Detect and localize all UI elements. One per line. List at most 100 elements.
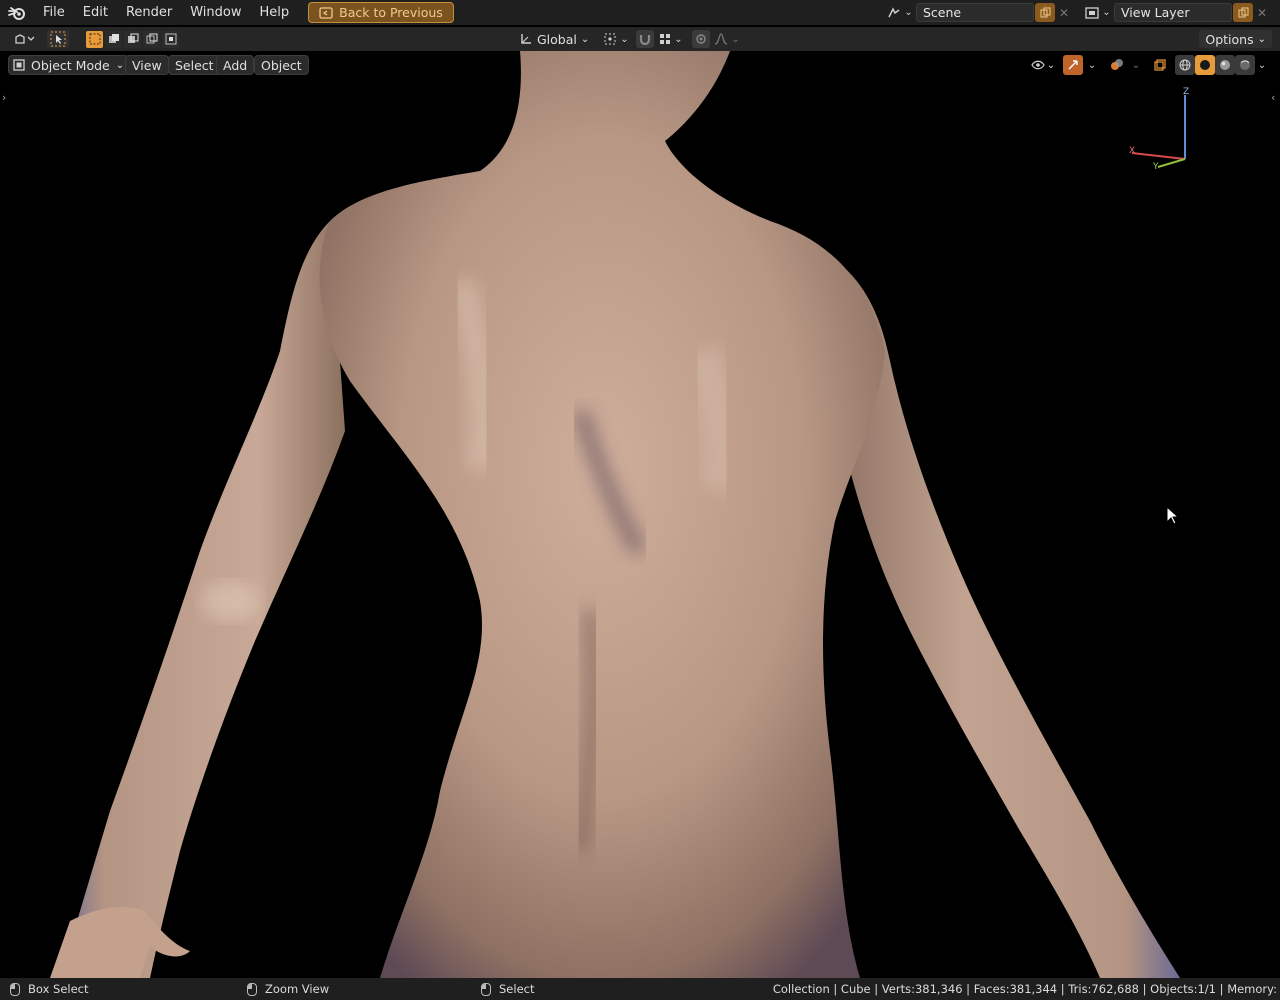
scene-type-dropdown[interactable]: ⌄ [884, 3, 916, 22]
scene-name-field[interactable]: Scene [916, 3, 1034, 22]
top-menu-bar: File Edit Render Window Help Back to Pre… [0, 0, 1280, 25]
shading-rendered-button[interactable] [1235, 55, 1255, 75]
scene-selector: ⌄ Scene ✕ [884, 3, 1073, 22]
scene-statistics: Collection | Cube | Verts:381,346 | Face… [772, 982, 1277, 996]
back-screen-icon [319, 6, 333, 19]
overlay-toggle[interactable] [1107, 55, 1127, 75]
sidebar-expand-arrow-icon[interactable]: ‹ [1271, 91, 1275, 104]
select-intersect-icon[interactable] [162, 30, 179, 48]
mouse-right-icon [481, 982, 491, 996]
view-layer-selector: ⌄ View Layer ✕ [1082, 3, 1271, 22]
editor-type-dropdown[interactable] [8, 30, 40, 48]
viewport-menu-object[interactable]: Object [254, 55, 309, 75]
back-to-previous-button[interactable]: Back to Previous [308, 2, 454, 23]
close-scene-icon[interactable]: ✕ [1055, 3, 1073, 22]
chevron-down-icon: ⌄ [115, 59, 125, 71]
gizmo-toggle[interactable] [1063, 55, 1083, 75]
status-hint-select-label: Select [499, 982, 535, 996]
menu-window[interactable]: Window [181, 0, 250, 25]
gizmo-y-label: Y [1152, 162, 1159, 172]
navigation-gizmo[interactable]: Z X Y [1120, 83, 1200, 173]
menu-edit[interactable]: Edit [74, 0, 117, 25]
menu-render[interactable]: Render [117, 0, 181, 25]
overlay-dropdown[interactable]: ⌄ [1128, 55, 1144, 75]
viewport-menu-select[interactable]: Select [168, 55, 221, 75]
grid-snap-icon [660, 34, 671, 44]
pivot-icon [604, 33, 616, 45]
xray-toggle[interactable] [1150, 55, 1170, 75]
shading-dropdown[interactable]: ⌄ [1255, 55, 1269, 75]
falloff-curve-icon [715, 33, 728, 45]
chevron-down-icon: ⌄ [904, 7, 913, 18]
copy-scene-button[interactable] [1035, 3, 1055, 22]
wireframe-sphere-icon [1179, 59, 1191, 71]
magnet-icon [639, 35, 651, 45]
copy-icon [1238, 7, 1248, 18]
copy-icon [1040, 7, 1050, 18]
proportional-edit-icon [696, 34, 706, 44]
mouse-cursor-icon [1166, 506, 1180, 525]
status-bar: Box Select Zoom View Select Collection |… [0, 978, 1280, 1000]
object-mode-label: Object Mode [31, 57, 110, 73]
pivot-point-dropdown[interactable]: ⌄ [600, 30, 632, 48]
xray-icon [1154, 59, 1166, 71]
3d-viewport[interactable]: Object Mode ⌄ View Select Add Object ⌄ ⌄… [0, 51, 1280, 978]
chevron-down-icon: ⌄ [1102, 7, 1111, 18]
viewport-menu-add[interactable]: Add [216, 55, 255, 75]
overlay-circles-icon [1111, 59, 1123, 70]
snap-toggle[interactable] [636, 30, 654, 48]
select-invert-icon[interactable] [143, 30, 160, 48]
material-sphere-icon [1220, 60, 1230, 70]
options-label: Options [1205, 31, 1254, 47]
gizmo-x-label: X [1129, 146, 1135, 156]
view-layer-name-field[interactable]: View Layer [1114, 3, 1232, 22]
object-mode-icon [13, 59, 25, 71]
chevron-down-icon: ⌄ [1257, 33, 1266, 45]
menu-help[interactable]: Help [251, 0, 299, 25]
orientation-label: Global [537, 31, 577, 47]
proportional-falloff-dropdown[interactable]: ⌄ [712, 30, 742, 48]
shading-solid-button[interactable] [1195, 55, 1215, 75]
eye-icon [1031, 60, 1045, 70]
tool-header: Global ⌄ ⌄ ⌄ ⌄ Options ⌄ [0, 27, 1280, 51]
gizmo-dropdown[interactable]: ⌄ [1084, 55, 1100, 75]
gizmo-arrows-icon [1068, 60, 1078, 70]
chevron-down-icon: ⌄ [620, 33, 629, 45]
editor-type-icon [15, 34, 35, 44]
select-subtract-icon[interactable] [124, 30, 141, 48]
sculpt-mesh-render [50, 51, 1180, 978]
status-hint-zoom-view: Zoom View [247, 978, 329, 1000]
copy-view-layer-button[interactable] [1233, 3, 1253, 22]
viewport-header: Object Mode ⌄ View Select Add Object ⌄ ⌄… [0, 53, 1280, 75]
status-hint-box-select-label: Box Select [28, 982, 89, 996]
mouse-middle-icon [247, 982, 257, 996]
close-view-layer-icon[interactable]: ✕ [1253, 3, 1271, 22]
chevron-down-icon: ⌄ [731, 33, 740, 45]
proportional-edit-toggle[interactable] [692, 30, 710, 48]
viewport-menu-view[interactable]: View [125, 55, 169, 75]
menu-file[interactable]: File [34, 0, 74, 25]
select-extend-icon[interactable] [105, 30, 122, 48]
chevron-down-icon: ⌄ [1046, 59, 1056, 71]
mouse-left-icon [10, 982, 20, 996]
snap-target-dropdown[interactable]: ⌄ [656, 30, 686, 48]
orientation-axes-icon [521, 34, 531, 44]
toolbar-expand-arrow-icon[interactable]: › [2, 91, 6, 104]
solid-sphere-icon [1200, 60, 1210, 70]
status-hint-select: Select [481, 978, 534, 1000]
gizmo-z-label: Z [1183, 87, 1189, 97]
status-hint-zoom-view-label: Zoom View [265, 982, 330, 996]
visibility-dropdown[interactable]: ⌄ [1028, 55, 1058, 75]
options-dropdown[interactable]: Options ⌄ [1199, 30, 1272, 48]
select-tool-button[interactable] [47, 30, 69, 48]
blender-logo-icon[interactable] [0, 0, 34, 25]
rendered-sphere-icon [1240, 60, 1250, 70]
select-new-icon[interactable] [86, 30, 103, 48]
view-layer-type-dropdown[interactable]: ⌄ [1082, 3, 1114, 22]
transform-orientation-dropdown[interactable]: Global ⌄ [515, 30, 593, 48]
cursor-select-icon [50, 31, 66, 47]
shading-wireframe-button[interactable] [1175, 55, 1195, 75]
object-mode-dropdown[interactable]: Object Mode ⌄ [8, 55, 130, 75]
shading-material-button[interactable] [1215, 55, 1235, 75]
view-layer-icon [1085, 6, 1099, 19]
